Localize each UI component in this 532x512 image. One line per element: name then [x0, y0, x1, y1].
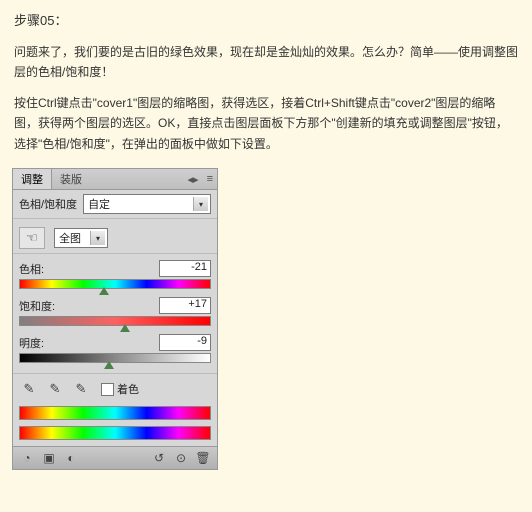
range-row: ☜ 全图 ▾: [13, 219, 217, 254]
hue-strip-bottom: [19, 426, 211, 440]
light-thumb[interactable]: [104, 361, 114, 369]
chevron-down-icon: ▾: [90, 231, 105, 245]
light-label: 明度:: [19, 335, 44, 351]
panel-menu-icon[interactable]: ≡: [203, 173, 217, 185]
paragraph-1: 问题来了，我们要的是古旧的绿色效果，现在却是金灿灿的效果。怎么办？简单——使用调…: [14, 42, 518, 83]
preset-select[interactable]: 自定 ▾: [83, 194, 211, 214]
trash-icon[interactable]: 🗑: [193, 449, 213, 467]
tab-adjust[interactable]: 调整: [13, 169, 52, 189]
prev-icon[interactable]: ⊙: [171, 449, 191, 467]
visibility-icon[interactable]: ◐: [61, 449, 81, 467]
hue-saturation-panel: 调整 装版 ◂▸ ≡ 色相/饱和度 自定 ▾ ☜ 全图 ▾ 色相: -21: [12, 168, 218, 470]
eyedropper-row: ✎ ✎ ✎ 着色: [13, 373, 217, 402]
hue-slider[interactable]: [19, 279, 211, 289]
panel-tabs: 调整 装版 ◂▸ ≡: [13, 169, 217, 190]
colorize-label: 着色: [117, 381, 139, 397]
panel-footer: ◔ ▣ ◐ ↺ ⊙ 🗑: [13, 446, 217, 469]
hue-label: 色相:: [19, 261, 44, 277]
sat-input[interactable]: +17: [159, 297, 211, 314]
light-slider[interactable]: [19, 353, 211, 363]
hue-strip-top: [19, 406, 211, 420]
preset-row: 色相/饱和度 自定 ▾: [13, 190, 217, 219]
range-select[interactable]: 全图 ▾: [54, 228, 108, 248]
light-input[interactable]: -9: [159, 334, 211, 351]
preset-value: 自定: [88, 196, 110, 212]
sat-thumb[interactable]: [120, 324, 130, 332]
sat-slider[interactable]: [19, 316, 211, 326]
clip-icon[interactable]: ▣: [39, 449, 59, 467]
sat-row: 饱和度: +17: [19, 297, 211, 326]
sliders-area: 色相: -21 饱和度: +17 明度: -9: [13, 254, 217, 373]
preset-label: 色相/饱和度: [19, 196, 77, 212]
chevron-down-icon: ▾: [193, 197, 208, 211]
eyedropper-add-icon[interactable]: ✎: [45, 380, 65, 398]
light-row: 明度: -9: [19, 334, 211, 363]
eyedropper-icon[interactable]: ✎: [19, 380, 39, 398]
step-title: 步骤05：: [14, 10, 518, 32]
link-icon[interactable]: ◔: [17, 449, 37, 467]
hue-thumb[interactable]: [99, 287, 109, 295]
hue-row: 色相: -21: [19, 260, 211, 289]
sat-label: 饱和度:: [19, 298, 55, 314]
hand-tool-icon[interactable]: ☜: [19, 227, 45, 249]
reset-icon[interactable]: ↺: [149, 449, 169, 467]
paragraph-2: 按住Ctrl键点击"cover1"图层的缩略图，获得选区，接着Ctrl+Shif…: [14, 93, 518, 154]
hue-input[interactable]: -21: [159, 260, 211, 277]
colorize-checkbox[interactable]: 着色: [101, 381, 139, 397]
range-value: 全图: [59, 230, 81, 246]
checkbox-box: [101, 383, 114, 396]
tab-decor[interactable]: 装版: [52, 169, 90, 189]
eyedropper-sub-icon[interactable]: ✎: [71, 380, 91, 398]
panel-collapse-icon[interactable]: ◂▸: [184, 173, 203, 186]
